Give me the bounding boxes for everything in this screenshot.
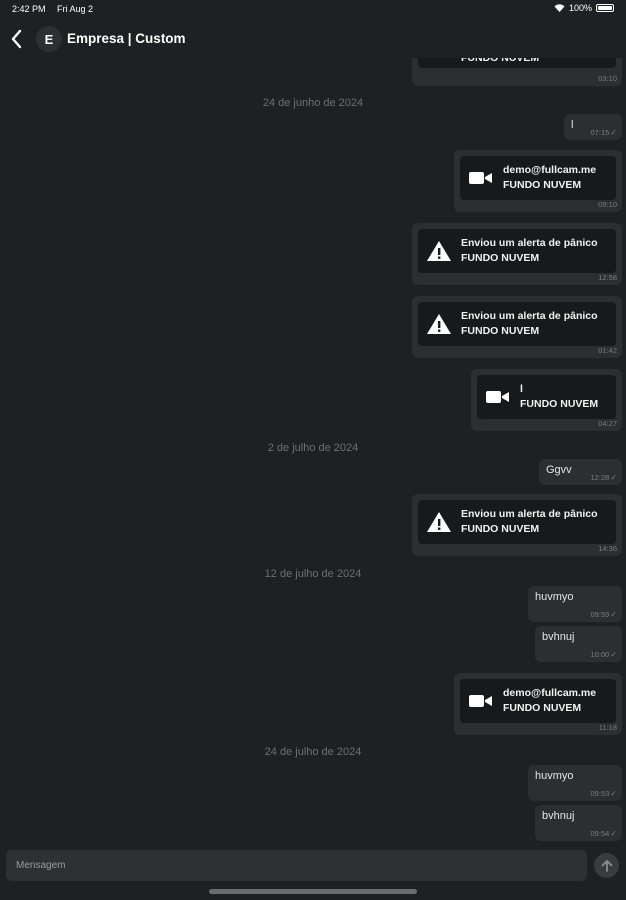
status-date: Fri Aug 2 <box>57 4 94 14</box>
message-meta: 07:15 ✓ <box>591 128 617 137</box>
message-bubble[interactable]: huvmyo 09:53 ✓ <box>528 765 622 801</box>
message-card: l FUNDO NUVEM <box>477 375 616 419</box>
message-meta: 11:18 <box>599 723 617 732</box>
check-icon: ✓ <box>610 610 617 619</box>
message-bubble[interactable]: bvhnuj 10:00 ✓ <box>535 626 622 662</box>
message-text: huvmyo <box>535 591 574 603</box>
message-time: 03:10 <box>598 74 617 83</box>
message-card-title: demo@fullcam.me <box>503 687 597 699</box>
message-time: 10:00 <box>590 650 610 659</box>
message-time: 01:42 <box>598 346 617 355</box>
warning-icon <box>427 241 451 261</box>
message-card-title: Enviou um alerta de pânico <box>461 237 598 249</box>
message-text: bvhnuj <box>542 631 575 643</box>
message-text: l <box>571 119 574 131</box>
message-bubble[interactable]: Enviou um alerta de pânico FUNDO NUVEM 1… <box>412 494 622 556</box>
message-card-title: l <box>520 383 523 395</box>
battery-percent: 100% <box>568 3 592 13</box>
message-meta: 09:59 ✓ <box>591 610 617 619</box>
message-meta: 09:53 ✓ <box>591 789 617 798</box>
message-meta: 03:10 <box>598 74 617 83</box>
message-card-subtitle: FUNDO NUVEM <box>461 252 540 264</box>
message-meta: 01:42 <box>598 346 617 355</box>
message-card: Enviou um alerta de pânico FUNDO NUVEM <box>418 302 616 346</box>
message-meta: 09:54 ✓ <box>591 829 617 838</box>
message-card-title: Enviou um alerta de pânico <box>461 310 598 322</box>
message-meta: 09:10 <box>598 200 617 209</box>
message-card-subtitle: FUNDO NUVEM <box>461 325 540 337</box>
message-bubble[interactable]: Enviou um alerta de pânico FUNDO NUVEM 0… <box>412 296 622 358</box>
arrow-up-icon <box>601 859 612 872</box>
date-separator: 24 de julho de 2024 <box>264 746 362 758</box>
message-time: 09:53 <box>590 789 610 798</box>
video-camera-icon <box>469 172 492 184</box>
message-meta: 12:28 ✓ <box>591 473 617 482</box>
check-icon: ✓ <box>610 829 617 838</box>
message-time: 12:28 <box>590 473 610 482</box>
wifi-icon <box>554 4 565 12</box>
message-meta: 14:36 <box>598 544 617 553</box>
message-card-subtitle: FUNDO NUVEM <box>503 179 582 191</box>
message-bubble[interactable]: l 07:15 ✓ <box>564 114 622 140</box>
message-bubble[interactable]: Ggvv 12:28 ✓ <box>539 459 622 485</box>
message-meta: 10:00 ✓ <box>591 650 617 659</box>
status-time: 2:42 PM <box>12 4 46 14</box>
message-time: 12:58 <box>598 273 617 282</box>
date-separator: 12 de julho de 2024 <box>264 568 362 580</box>
warning-icon <box>427 314 451 334</box>
message-time: 14:36 <box>598 544 617 553</box>
video-camera-icon <box>486 391 509 403</box>
message-time: 09:10 <box>598 200 617 209</box>
message-text: huvmyo <box>535 770 574 782</box>
message-time: 11:18 <box>598 723 617 732</box>
chat-title[interactable]: Empresa | Custom <box>67 31 186 46</box>
check-icon: ✓ <box>610 473 617 482</box>
avatar[interactable]: E <box>36 26 62 52</box>
status-bar: 2:42 PM Fri Aug 2 100% <box>0 0 626 18</box>
home-indicator <box>209 889 417 894</box>
check-icon: ✓ <box>610 128 617 137</box>
message-text: Ggvv <box>546 464 572 476</box>
date-separator: 24 de junho de 2024 <box>262 97 364 109</box>
message-card-title: Enviou um alerta de pânico <box>461 508 598 520</box>
message-bubble[interactable]: demo@fullcam.me FUNDO NUVEM 09:10 <box>454 150 622 212</box>
message-bubble[interactable]: Enviou um alerta de pânico FUNDO NUVEM 1… <box>412 223 622 285</box>
check-icon: ✓ <box>610 650 617 659</box>
message-card-title: demo@fullcam.me <box>503 164 597 176</box>
message-card: demo@fullcam.me FUNDO NUVEM <box>460 156 616 200</box>
message-card-subtitle: FUNDO NUVEM <box>461 523 540 535</box>
message-bubble[interactable]: huvmyo 09:59 ✓ <box>528 586 622 622</box>
chat-header: E Empresa | Custom <box>0 22 626 56</box>
message-card-subtitle: FUNDO NUVEM <box>503 702 582 714</box>
battery-icon <box>596 4 614 12</box>
message-meta: 04:27 <box>598 419 617 428</box>
status-right: 100% <box>554 3 614 13</box>
warning-icon <box>427 512 451 532</box>
message-time: 09:54 <box>590 829 610 838</box>
date-separator: 2 de julho de 2024 <box>267 442 359 454</box>
message-bubble[interactable]: demo@fullcam.me FUNDO NUVEM 11:18 <box>454 673 622 735</box>
message-card: Enviou um alerta de pânico FUNDO NUVEM <box>418 500 616 544</box>
check-icon: ✓ <box>610 789 617 798</box>
message-card: demo@fullcam.me FUNDO NUVEM <box>460 679 616 723</box>
message-card: Enviou um alerta de pânico FUNDO NUVEM <box>418 229 616 273</box>
message-card-subtitle: FUNDO NUVEM <box>520 398 599 410</box>
message-time: 09:59 <box>590 610 610 619</box>
message-bubble[interactable]: bvhnuj 09:54 ✓ <box>535 805 622 841</box>
back-arrow-icon[interactable] <box>6 27 28 51</box>
message-time: 07:15 <box>590 128 610 137</box>
message-composer[interactable] <box>6 850 587 881</box>
send-button[interactable] <box>594 853 619 878</box>
video-camera-icon <box>469 695 492 707</box>
message-time: 04:27 <box>598 419 617 428</box>
message-meta: 12:58 <box>598 273 617 282</box>
message-input[interactable] <box>6 850 587 881</box>
chat-area[interactable]: FUNDO NUVEM 03:10 24 de junho de 2024 l … <box>0 0 626 850</box>
message-bubble[interactable]: l FUNDO NUVEM 04:27 <box>471 369 622 431</box>
message-text: bvhnuj <box>542 810 575 822</box>
